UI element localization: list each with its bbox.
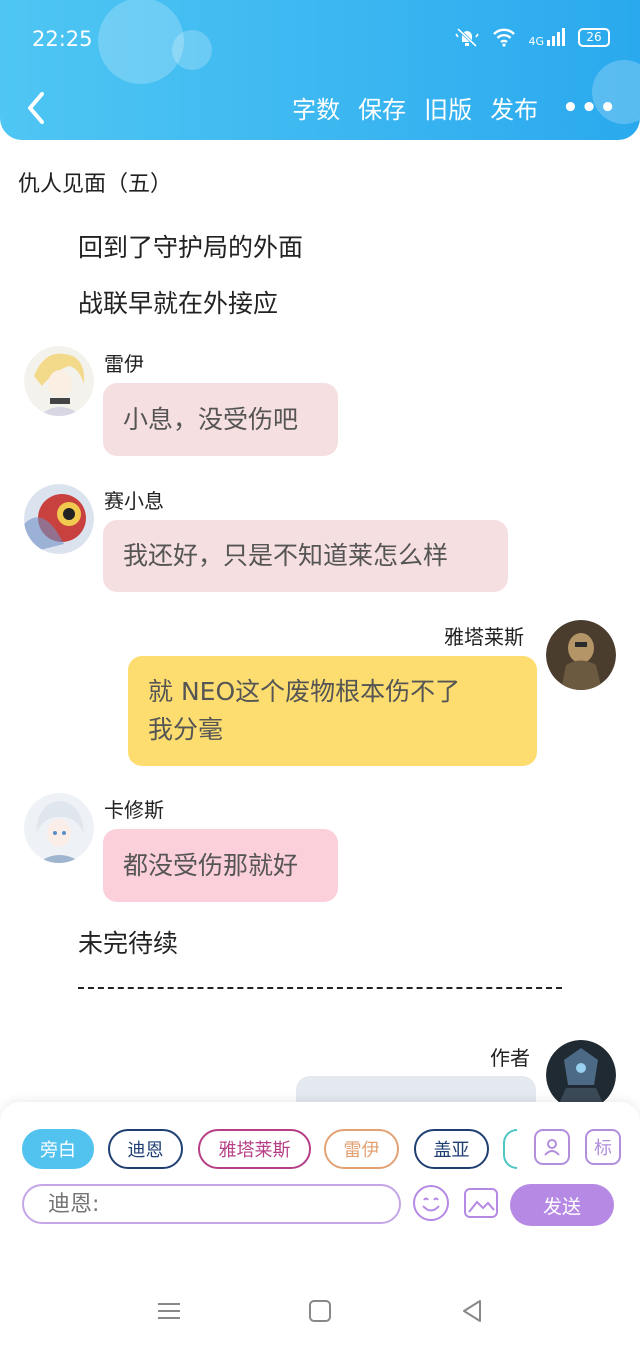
sender-name: 雷伊	[104, 352, 144, 376]
image-icon	[464, 1188, 498, 1218]
menu-lines-icon	[158, 1303, 180, 1319]
dashed-divider	[78, 987, 562, 989]
battery-indicator: 26	[578, 27, 610, 47]
chevron-left-icon	[28, 92, 44, 124]
triangle-back-icon	[463, 1300, 481, 1322]
avatar[interactable]	[24, 346, 94, 416]
narration-line[interactable]: 战联早就在外接应	[78, 284, 278, 320]
back-button[interactable]	[20, 88, 54, 128]
system-back-button[interactable]	[457, 1296, 487, 1326]
status-icons: 4G 26	[454, 26, 610, 48]
send-button[interactable]: 发送	[510, 1184, 614, 1226]
role-chip[interactable]: 盖亚	[414, 1129, 489, 1169]
sender-name: 雅塔莱斯	[444, 625, 524, 649]
message-bubble[interactable]: 就 NEO这个废物根本伤不了 我分毫	[128, 656, 537, 766]
emoji-button[interactable]	[412, 1184, 450, 1222]
square-icon	[309, 1300, 331, 1322]
sender-name: 卡修斯	[104, 798, 164, 822]
role-chip[interactable]: 雅塔莱斯	[198, 1129, 311, 1169]
message-bubble[interactable]: 小息，没受伤吧	[103, 383, 338, 456]
network-type: 4G	[528, 35, 544, 48]
smiley-icon	[413, 1185, 449, 1221]
person-card-icon	[544, 1139, 560, 1156]
avatar[interactable]	[546, 1040, 616, 1110]
ending-text[interactable]: 未完待续	[78, 924, 178, 960]
character-manage-button[interactable]	[534, 1129, 570, 1165]
mute-bell-icon	[455, 27, 480, 48]
publish-button[interactable]: 发布	[490, 90, 538, 125]
top-bar: 22:25 4G 26 字数 保存 旧版 发布 •••	[0, 0, 640, 140]
sender-name: 作者	[490, 1046, 530, 1070]
chapter-title: 仇人见面（五）	[18, 172, 173, 197]
old-version-button[interactable]: 旧版	[424, 90, 472, 125]
message-line: 就 NEO这个废物根本伤不了	[148, 677, 461, 706]
message-bubble[interactable]: 我还好，只是不知道莱怎么样	[103, 520, 508, 592]
avatar[interactable]	[24, 793, 94, 863]
image-button[interactable]	[462, 1184, 500, 1222]
avatar[interactable]	[24, 484, 94, 554]
more-menu-button[interactable]: •••	[562, 93, 618, 123]
character-avatar-icon	[24, 793, 94, 863]
message-bubble[interactable]: 都没受伤那就好	[103, 829, 338, 902]
save-button[interactable]: 保存	[358, 90, 406, 125]
role-chip[interactable]: 迪恩	[108, 1129, 183, 1169]
character-avatar-icon	[546, 620, 616, 690]
mark-button[interactable]: 标	[585, 1129, 621, 1165]
composer-panel: 旁白 迪恩 雅塔莱斯 雷伊 盖亚 标 发送	[0, 1102, 640, 1272]
system-navigation-bar	[0, 1272, 640, 1350]
role-selector: 旁白 迪恩 雅塔莱斯 雷伊 盖亚 标	[22, 1129, 622, 1171]
wifi-icon	[493, 28, 516, 47]
home-button[interactable]	[305, 1296, 335, 1326]
avatar[interactable]	[546, 620, 616, 690]
status-bar: 22:25 4G 26	[0, 0, 640, 80]
author-avatar-icon	[546, 1040, 616, 1110]
role-chip-partial[interactable]	[503, 1129, 517, 1169]
signal-bars-icon	[547, 28, 565, 46]
word-count-button[interactable]: 字数	[292, 90, 340, 125]
editor-nav: 字数 保存 旧版 发布 •••	[0, 80, 640, 136]
message-input[interactable]	[22, 1184, 401, 1224]
sender-name: 赛小息	[104, 489, 164, 513]
role-chip-narrator[interactable]: 旁白	[22, 1129, 94, 1169]
narration-line[interactable]: 回到了守护局的外面	[78, 228, 303, 264]
role-chip[interactable]: 雷伊	[324, 1129, 399, 1169]
status-time: 22:25	[32, 27, 93, 51]
recent-apps-button[interactable]	[154, 1296, 184, 1326]
input-row: 发送	[22, 1184, 622, 1228]
character-avatar-icon	[24, 346, 94, 416]
character-avatar-icon	[24, 484, 94, 554]
message-line: 我分毫	[148, 715, 224, 744]
cell-signal: 4G	[528, 27, 566, 47]
nav-actions: 字数 保存 旧版 发布 •••	[292, 90, 618, 125]
